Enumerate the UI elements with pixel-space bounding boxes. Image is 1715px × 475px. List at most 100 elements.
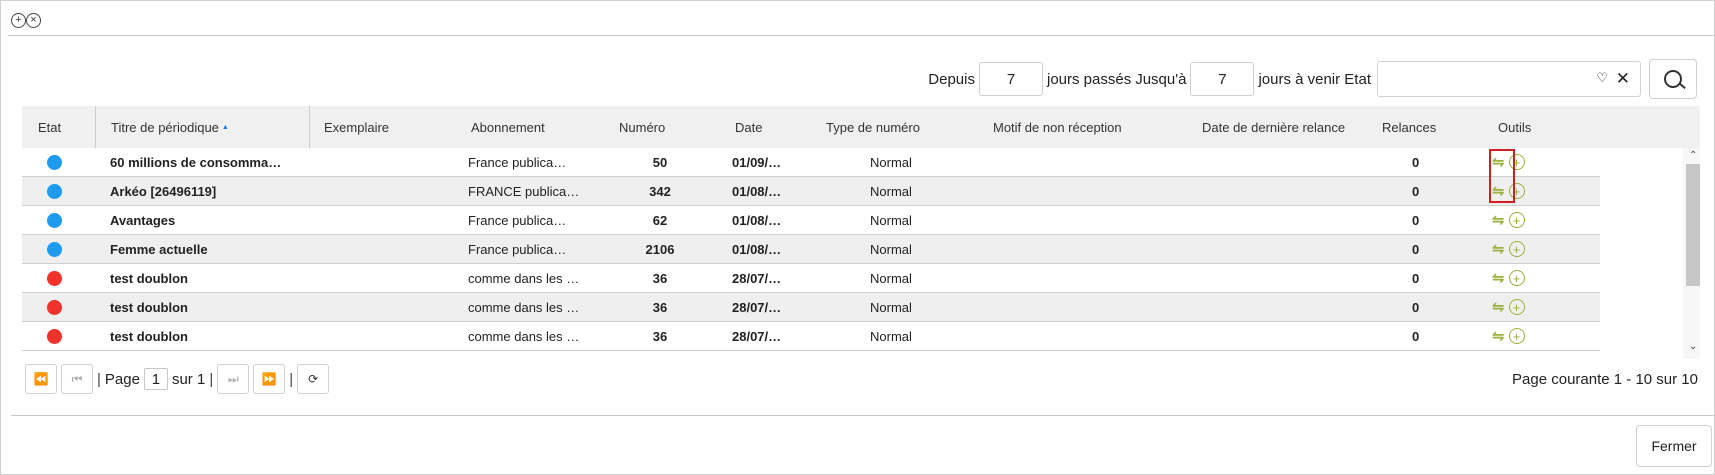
table-row[interactable]: Arkéo [26496119] FRANCE publica… 342 01/… [22,177,1600,206]
favorite-icon[interactable]: ♡ [1596,70,1608,86]
table-row[interactable]: test doublon comme dans les … 36 28/07/…… [22,293,1600,322]
status-dot [47,206,62,234]
numero-cell: 36 [652,299,668,315]
type-cell: Normal [870,212,912,228]
close-circle-icon[interactable]: × [26,13,41,28]
date-cell: 01/08/… [732,241,782,257]
table-row[interactable]: test doublon comme dans les … 36 28/07/…… [22,322,1600,351]
date-cell: 01/08/… [732,212,782,228]
date-cell: 01/08/… [732,183,782,199]
col-derniere-relance[interactable]: Date de dernière relance [1202,106,1372,148]
page-number-input[interactable]: 1 [143,368,168,390]
type-cell: Normal [870,183,912,199]
search-icon [1664,70,1682,88]
type-cell: Normal [870,328,912,344]
col-numero[interactable]: Numéro [619,106,709,148]
abonnement-cell: comme dans les … [468,328,580,344]
numero-cell: 2106 [645,241,675,257]
highlight-box [1489,149,1515,203]
search-button[interactable] [1649,59,1697,99]
titre-cell: test doublon [110,328,188,344]
titre-cell: Avantages [110,212,176,228]
col-motif[interactable]: Motif de non réception [993,106,1173,148]
abonnement-cell: comme dans les … [468,270,580,286]
until-label: Jusqu'à [1135,70,1187,88]
titre-cell: test doublon [110,299,188,315]
relances-cell: 0 [1412,241,1420,257]
relances-cell: 0 [1412,183,1420,199]
status-dot [47,293,62,321]
type-cell: Normal [870,270,912,286]
table-row[interactable]: Avantages France publica… 62 01/08/… Nor… [22,206,1600,235]
col-date[interactable]: Date [735,106,795,148]
expand-icon[interactable]: + [11,13,26,28]
status-dot [47,177,62,205]
tools-cell: ⇋ + [1492,206,1552,234]
date-cell: 28/07/… [732,328,782,344]
table-row[interactable]: 60 millions de consomma… France publica…… [22,148,1600,177]
status-dot [47,148,62,176]
refresh-icon[interactable]: ⟳ [297,364,330,394]
swap-arrows-icon[interactable]: ⇋ [1492,269,1505,287]
tools-cell: ⇋ + [1492,235,1552,263]
add-circle-icon[interactable]: + [1508,270,1525,286]
add-circle-icon[interactable]: + [1508,328,1525,344]
page-label: Page [104,370,140,388]
swap-arrows-icon[interactable]: ⇋ [1492,211,1505,229]
col-abonnement[interactable]: Abonnement [471,106,601,148]
table-body: 60 millions de consomma… France publica…… [22,148,1600,351]
scroll-thumb[interactable] [1686,164,1700,286]
titre-cell: 60 millions de consomma… [110,154,282,170]
col-type[interactable]: Type de numéro [826,106,966,148]
status-dot [47,235,62,263]
abonnement-cell: France publica… [468,212,567,228]
scroll-down-icon[interactable]: ⌄ [1689,341,1697,352]
filter-bar: Depuis 7 jours passés Jusqu'à 7 jours à … [928,59,1697,99]
tools-cell: ⇋ + [1492,264,1552,292]
status-dot [47,322,62,350]
status-dot [47,264,62,292]
table-row[interactable]: test doublon comme dans les … 36 28/07/…… [22,264,1600,293]
table-header: Etat Titre de périodique ▲ Exemplaire Abo… [22,106,1700,148]
type-cell: Normal [870,299,912,315]
until-days-input[interactable]: 7 [1190,62,1255,96]
close-button[interactable]: Fermer [1636,425,1712,467]
abonnement-cell: France publica… [468,241,567,257]
future-days-label: jours à venir Etat [1258,70,1371,88]
state-select[interactable]: ♡ ✕ [1377,61,1641,97]
add-circle-icon[interactable]: + [1508,241,1525,257]
pagination: ⏪ ⏮ | Page 1 sur 1 | ⏭ ⏩ | ⟳ [25,364,330,394]
since-days-input[interactable]: 7 [978,62,1043,96]
page-of-label: sur 1 [171,370,206,388]
date-cell: 01/09/… [732,154,782,170]
numero-cell: 342 [649,183,671,199]
table-row[interactable]: Femme actuelle France publica… 2106 01/0… [22,235,1600,264]
relances-cell: 0 [1412,328,1420,344]
col-etat[interactable]: Etat [22,106,96,148]
add-circle-icon[interactable]: + [1508,299,1525,315]
swap-arrows-icon[interactable]: ⇋ [1492,327,1505,345]
last-page-button[interactable]: ⏩ [253,364,286,394]
col-relances[interactable]: Relances [1382,106,1452,148]
next-page-button[interactable]: ⏭ [217,364,250,394]
col-exemplaire[interactable]: Exemplaire [324,106,464,148]
relances-cell: 0 [1412,154,1420,170]
type-cell: Normal [870,241,912,257]
swap-arrows-icon[interactable]: ⇋ [1492,298,1505,316]
numero-cell: 62 [652,212,668,228]
header-divider [8,35,1715,36]
col-outils: Outils [1498,119,1532,135]
first-page-button[interactable]: ⏪ [25,364,57,394]
separator: | [289,370,294,388]
col-titre[interactable]: Titre de périodique ▲ [96,106,310,148]
titre-cell: Femme actuelle [110,241,208,257]
since-label: Depuis [928,70,975,88]
swap-arrows-icon[interactable]: ⇋ [1492,240,1505,258]
add-circle-icon[interactable]: + [1508,212,1525,228]
past-days-label: jours passés [1046,70,1132,88]
clear-icon[interactable]: ✕ [1616,69,1630,89]
scroll-up-icon[interactable]: ⌃ [1689,150,1697,161]
sort-asc-icon: ▲ [221,123,229,131]
prev-page-button[interactable]: ⏮ [61,364,93,394]
numero-cell: 36 [652,328,668,344]
